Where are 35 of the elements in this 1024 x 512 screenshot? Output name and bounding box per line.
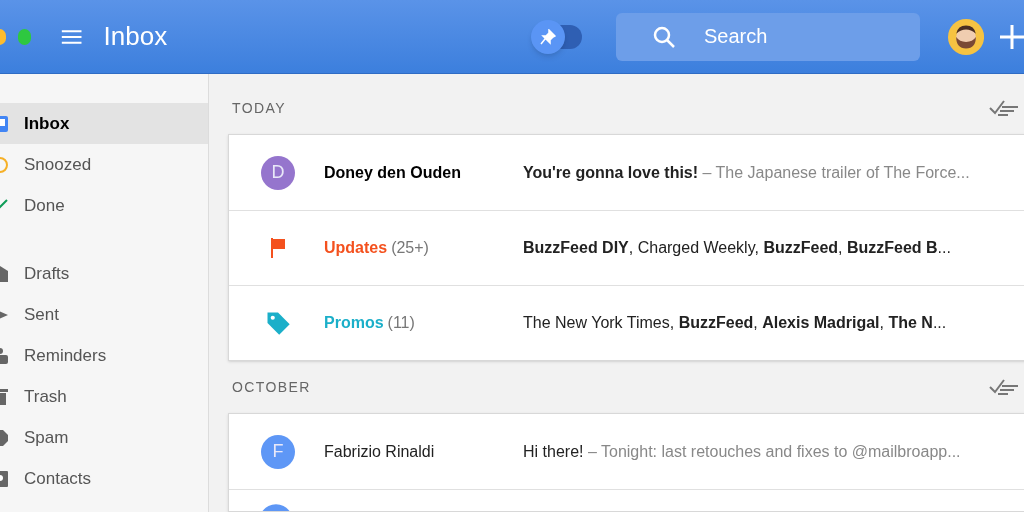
- bundle-count: (25+): [391, 238, 429, 258]
- sweep-icon[interactable]: [988, 377, 1020, 397]
- pin-toggle[interactable]: [531, 19, 582, 54]
- sender-list: The New York Times, BuzzFeed, Alexis Madrigal, The N...: [523, 311, 947, 335]
- message-preview: Hi there! – Tonight: last retouches and fixes to @mailbroapp...: [523, 441, 961, 462]
- section-heading: TODAY: [232, 98, 286, 118]
- bundle-name: Promos: [324, 313, 384, 333]
- search-icon: [651, 24, 676, 49]
- window-title: Inbox: [103, 20, 168, 53]
- section-heading: OCTOBER: [232, 377, 311, 397]
- sidebar-item[interactable]: Trash: [0, 376, 208, 417]
- sidebar-item[interactable]: Spam: [0, 417, 208, 458]
- sender-list: BuzzFeed DIY, Charged Weekly, BuzzFeed, BuzzFeed B...: [523, 236, 951, 260]
- thread-row[interactable]: F Fabrizio Rinaldi Hi there! – Tonight: last retouches and fixes to @mailbroapp...: [229, 414, 1024, 489]
- sidebar-item[interactable]: Reminders: [0, 335, 208, 376]
- bundle-name: Updates: [324, 238, 388, 258]
- sender-name: Fabrizio Rinaldi: [324, 441, 435, 462]
- sidebar-item[interactable]: Inbox: [0, 103, 208, 144]
- thread-row[interactable]: Promos (11) The New York Times, BuzzFeed, Alexis Madrigal, The N...: [229, 285, 1024, 360]
- pin-icon: [540, 28, 557, 45]
- sender-avatar: D: [261, 155, 295, 190]
- sidebar-item[interactable]: Done: [0, 185, 208, 226]
- bundle-count: (11): [387, 313, 415, 333]
- sender-name: Doney den Ouden: [324, 162, 461, 183]
- sweep-icon[interactable]: [988, 98, 1020, 118]
- sidebar-item[interactable]: Sent: [0, 294, 208, 335]
- plus-icon[interactable]: [1000, 24, 1024, 49]
- sender-avatar: F: [261, 434, 295, 469]
- thread-row[interactable]: D Doney den Ouden You're gonna love this! – The Japanese trailer of The Force...: [229, 135, 1024, 210]
- search-field[interactable]: Search: [615, 12, 920, 61]
- message-preview: You're gonna love this! – The Japanese trailer of The Force...: [523, 162, 970, 183]
- sidebar-item[interactable]: Snoozed: [0, 144, 208, 185]
- sidebar-item[interactable]: Drafts: [0, 253, 208, 294]
- sidebar-item[interactable]: Contacts: [0, 458, 208, 499]
- thread-row[interactable]: Updates (25+) BuzzFeed DIY, Charged Weekly, BuzzFeed, BuzzFeed B...: [229, 210, 1024, 285]
